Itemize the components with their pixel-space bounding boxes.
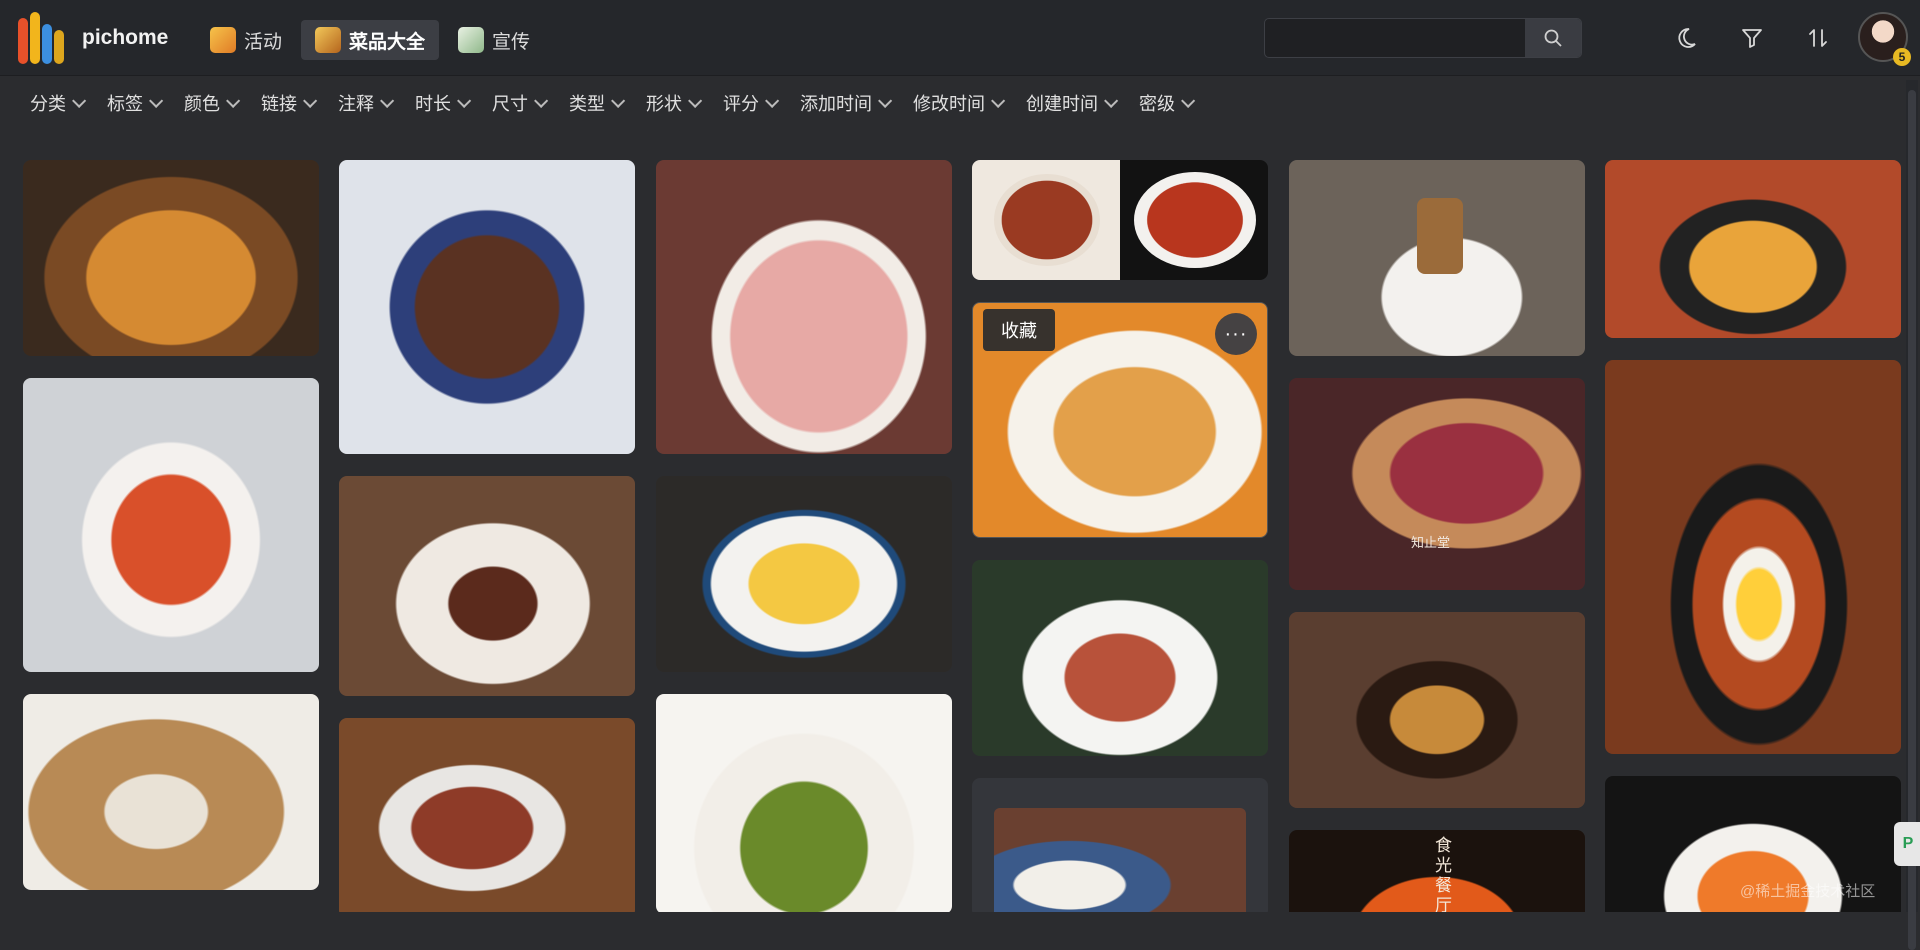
moon-icon bbox=[1678, 28, 1696, 48]
image-card[interactable] bbox=[1605, 360, 1901, 754]
chevron-down-icon bbox=[534, 93, 549, 108]
app-name: pichome bbox=[82, 26, 169, 49]
filter-label: 尺寸 bbox=[492, 94, 528, 114]
image-card[interactable] bbox=[656, 160, 952, 454]
filter-label: 添加时间 bbox=[800, 94, 872, 114]
chevron-down-icon bbox=[226, 93, 241, 108]
scrollbar-thumb[interactable] bbox=[1908, 90, 1916, 950]
image-card[interactable] bbox=[656, 694, 952, 912]
filter-label: 评分 bbox=[723, 94, 759, 114]
image-card[interactable] bbox=[1289, 612, 1585, 808]
filter-label: 注释 bbox=[338, 94, 374, 114]
filter-label: 形状 bbox=[646, 94, 682, 114]
chevron-down-icon bbox=[765, 93, 780, 108]
image-card[interactable] bbox=[656, 476, 952, 672]
filter-label: 修改时间 bbox=[913, 94, 985, 114]
image-card[interactable] bbox=[339, 476, 635, 696]
image-card[interactable] bbox=[1605, 160, 1901, 338]
tab-promo[interactable]: 宣传 bbox=[444, 20, 544, 60]
filter-label: 密级 bbox=[1139, 94, 1175, 114]
chevron-down-icon bbox=[380, 93, 395, 108]
chevron-down-icon bbox=[72, 93, 87, 108]
activity-icon bbox=[210, 27, 236, 53]
tab-dishes[interactable]: 菜品大全 bbox=[301, 20, 440, 60]
tab-label: 宣传 bbox=[492, 31, 531, 53]
search-box bbox=[1264, 18, 1582, 58]
filter-category[interactable]: 分类 bbox=[30, 90, 87, 116]
image-card[interactable]: 食光餐厅 bbox=[1289, 830, 1585, 912]
filter-label: 创建时间 bbox=[1026, 94, 1098, 114]
filter-link[interactable]: 链接 bbox=[261, 90, 318, 116]
filter-shape[interactable]: 形状 bbox=[646, 90, 703, 116]
tab-activity[interactable]: 活动 bbox=[196, 20, 296, 60]
tab-label: 菜品大全 bbox=[349, 31, 426, 53]
filter-type[interactable]: 类型 bbox=[569, 90, 626, 116]
filter-security-level[interactable]: 密级 bbox=[1139, 90, 1196, 116]
search-icon bbox=[1544, 29, 1562, 47]
filter-button[interactable] bbox=[1736, 22, 1768, 54]
more-options-button[interactable]: ··· bbox=[1215, 313, 1257, 355]
logo-icon bbox=[18, 12, 66, 64]
promo-icon bbox=[458, 27, 484, 53]
side-helper-button[interactable]: P bbox=[1894, 822, 1920, 866]
filter-size[interactable]: 尺寸 bbox=[492, 90, 549, 116]
image-card[interactable]: 知止堂 bbox=[1289, 378, 1585, 590]
image-card[interactable]: 收藏 ··· bbox=[972, 302, 1268, 538]
image-card[interactable] bbox=[23, 160, 319, 356]
chevron-down-icon bbox=[611, 93, 626, 108]
image-card[interactable] bbox=[972, 560, 1268, 756]
filter-label: 类型 bbox=[569, 94, 605, 114]
chevron-down-icon bbox=[149, 93, 164, 108]
filter-label: 时长 bbox=[415, 94, 451, 114]
filter-modified-time[interactable]: 修改时间 bbox=[913, 90, 1006, 116]
image-card[interactable] bbox=[972, 778, 1268, 912]
chevron-down-icon bbox=[991, 93, 1006, 108]
filter-rating[interactable]: 评分 bbox=[723, 90, 780, 116]
chevron-down-icon bbox=[688, 93, 703, 108]
watermark: @稀土掘金技术社区 bbox=[1740, 883, 1876, 900]
filter-label: 颜色 bbox=[184, 94, 220, 114]
filter-added-time[interactable]: 添加时间 bbox=[800, 90, 893, 116]
image-card[interactable] bbox=[23, 378, 319, 672]
image-card[interactable] bbox=[972, 160, 1268, 280]
page-scrollbar[interactable] bbox=[1906, 80, 1918, 950]
chevron-down-icon bbox=[303, 93, 318, 108]
image-card[interactable] bbox=[23, 694, 319, 890]
filter-label: 链接 bbox=[261, 94, 297, 114]
chevron-down-icon bbox=[457, 93, 472, 108]
chevron-down-icon bbox=[1181, 93, 1196, 108]
image-card[interactable] bbox=[339, 160, 635, 454]
chevron-down-icon bbox=[1104, 93, 1119, 108]
filter-label: 标签 bbox=[107, 94, 143, 114]
image-grid: 收藏 ··· 知止堂 食光餐厅 bbox=[0, 130, 1920, 912]
poster-text: 食光餐厅 bbox=[1432, 836, 1451, 912]
image-card[interactable] bbox=[1289, 160, 1585, 356]
filter-created-time[interactable]: 创建时间 bbox=[1026, 90, 1119, 116]
dish-plate bbox=[994, 174, 1100, 266]
brand-logo-text: 知止堂 bbox=[1411, 535, 1451, 550]
sort-button[interactable] bbox=[1802, 22, 1834, 54]
chevron-down-icon bbox=[878, 93, 893, 108]
top-bar: pichome 活动 菜品大全 宣传 5 bbox=[0, 0, 1920, 76]
theme-toggle-button[interactable] bbox=[1670, 22, 1702, 54]
filter-bar: 分类 标签 颜色 链接 注释 时长 尺寸 类型 形状 评分 添加时间 修改时间 … bbox=[0, 77, 1920, 129]
image-thumbnail bbox=[994, 808, 1246, 912]
user-level-badge: 5 bbox=[1893, 48, 1911, 66]
dishes-icon bbox=[315, 27, 341, 53]
funnel-icon bbox=[1742, 29, 1762, 48]
sort-icon bbox=[1809, 29, 1827, 47]
image-card[interactable] bbox=[339, 718, 635, 912]
filter-tags[interactable]: 标签 bbox=[107, 90, 164, 116]
filter-color[interactable]: 颜色 bbox=[184, 90, 241, 116]
filter-duration[interactable]: 时长 bbox=[415, 90, 472, 116]
tab-label: 活动 bbox=[244, 31, 283, 53]
dish-plate bbox=[1134, 172, 1256, 268]
search-button[interactable] bbox=[1525, 19, 1581, 57]
favorite-button[interactable]: 收藏 bbox=[983, 309, 1055, 351]
filter-annotation[interactable]: 注释 bbox=[338, 90, 395, 116]
dessert-tower bbox=[1417, 198, 1463, 274]
filter-label: 分类 bbox=[30, 94, 66, 114]
app-logo[interactable]: pichome bbox=[18, 12, 168, 64]
